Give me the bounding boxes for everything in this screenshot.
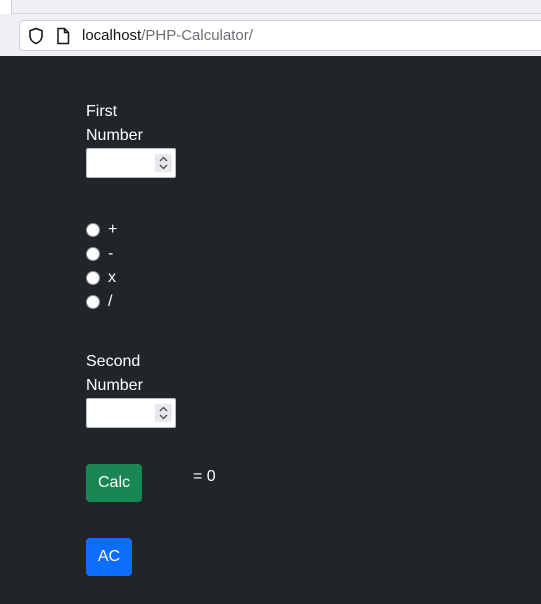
second-number-label-line1: Second — [86, 353, 141, 370]
radio-divide[interactable] — [86, 295, 100, 309]
operator-option-divide[interactable]: / — [86, 292, 112, 312]
first-number-field[interactable] — [87, 149, 153, 177]
operator-option-multiply[interactable]: x — [86, 268, 116, 288]
ac-button[interactable]: AC — [86, 538, 132, 576]
shield-icon[interactable] — [28, 27, 44, 45]
first-number-label-line2: Number — [86, 127, 143, 144]
browser-tab[interactable] — [0, 0, 12, 14]
second-number-input[interactable] — [86, 398, 176, 428]
browser-toolbar: localhost/PHP-Calculator/ — [0, 0, 541, 56]
operator-option-subtract[interactable]: - — [86, 244, 113, 264]
url-text[interactable]: localhost/PHP-Calculator/ — [82, 27, 253, 45]
operator-label-multiply: x — [108, 269, 116, 286]
first-number-label-line1: First — [86, 103, 118, 120]
spinner-arrows-icon — [159, 156, 168, 170]
calc-button[interactable]: Calc — [86, 464, 142, 502]
page-icon — [57, 27, 70, 45]
second-number-label-line2: Number — [86, 377, 143, 394]
result-text: = 0 — [193, 468, 216, 485]
operator-label-subtract: - — [108, 245, 114, 262]
second-number-label: Second Number — [86, 350, 166, 398]
operator-option-add[interactable]: + — [86, 220, 117, 240]
radio-subtract[interactable] — [86, 247, 100, 261]
tab-strip — [0, 0, 541, 14]
operator-label-divide: / — [108, 293, 113, 310]
calculator-page: First Number + - x / Second Number Calc … — [0, 56, 541, 604]
url-host: localhost — [82, 27, 142, 44]
first-number-label: First Number — [86, 100, 166, 148]
address-bar[interactable]: localhost/PHP-Calculator/ — [19, 20, 541, 51]
spinner-arrows-icon — [159, 406, 168, 420]
first-number-input[interactable] — [86, 148, 176, 178]
radio-multiply[interactable] — [86, 271, 100, 285]
url-path: /PHP-Calculator/ — [141, 27, 253, 44]
first-number-spinner[interactable] — [155, 154, 172, 172]
operator-label-add: + — [108, 221, 118, 238]
second-number-spinner[interactable] — [155, 404, 172, 422]
radio-add[interactable] — [86, 223, 100, 237]
second-number-field[interactable] — [87, 399, 153, 427]
